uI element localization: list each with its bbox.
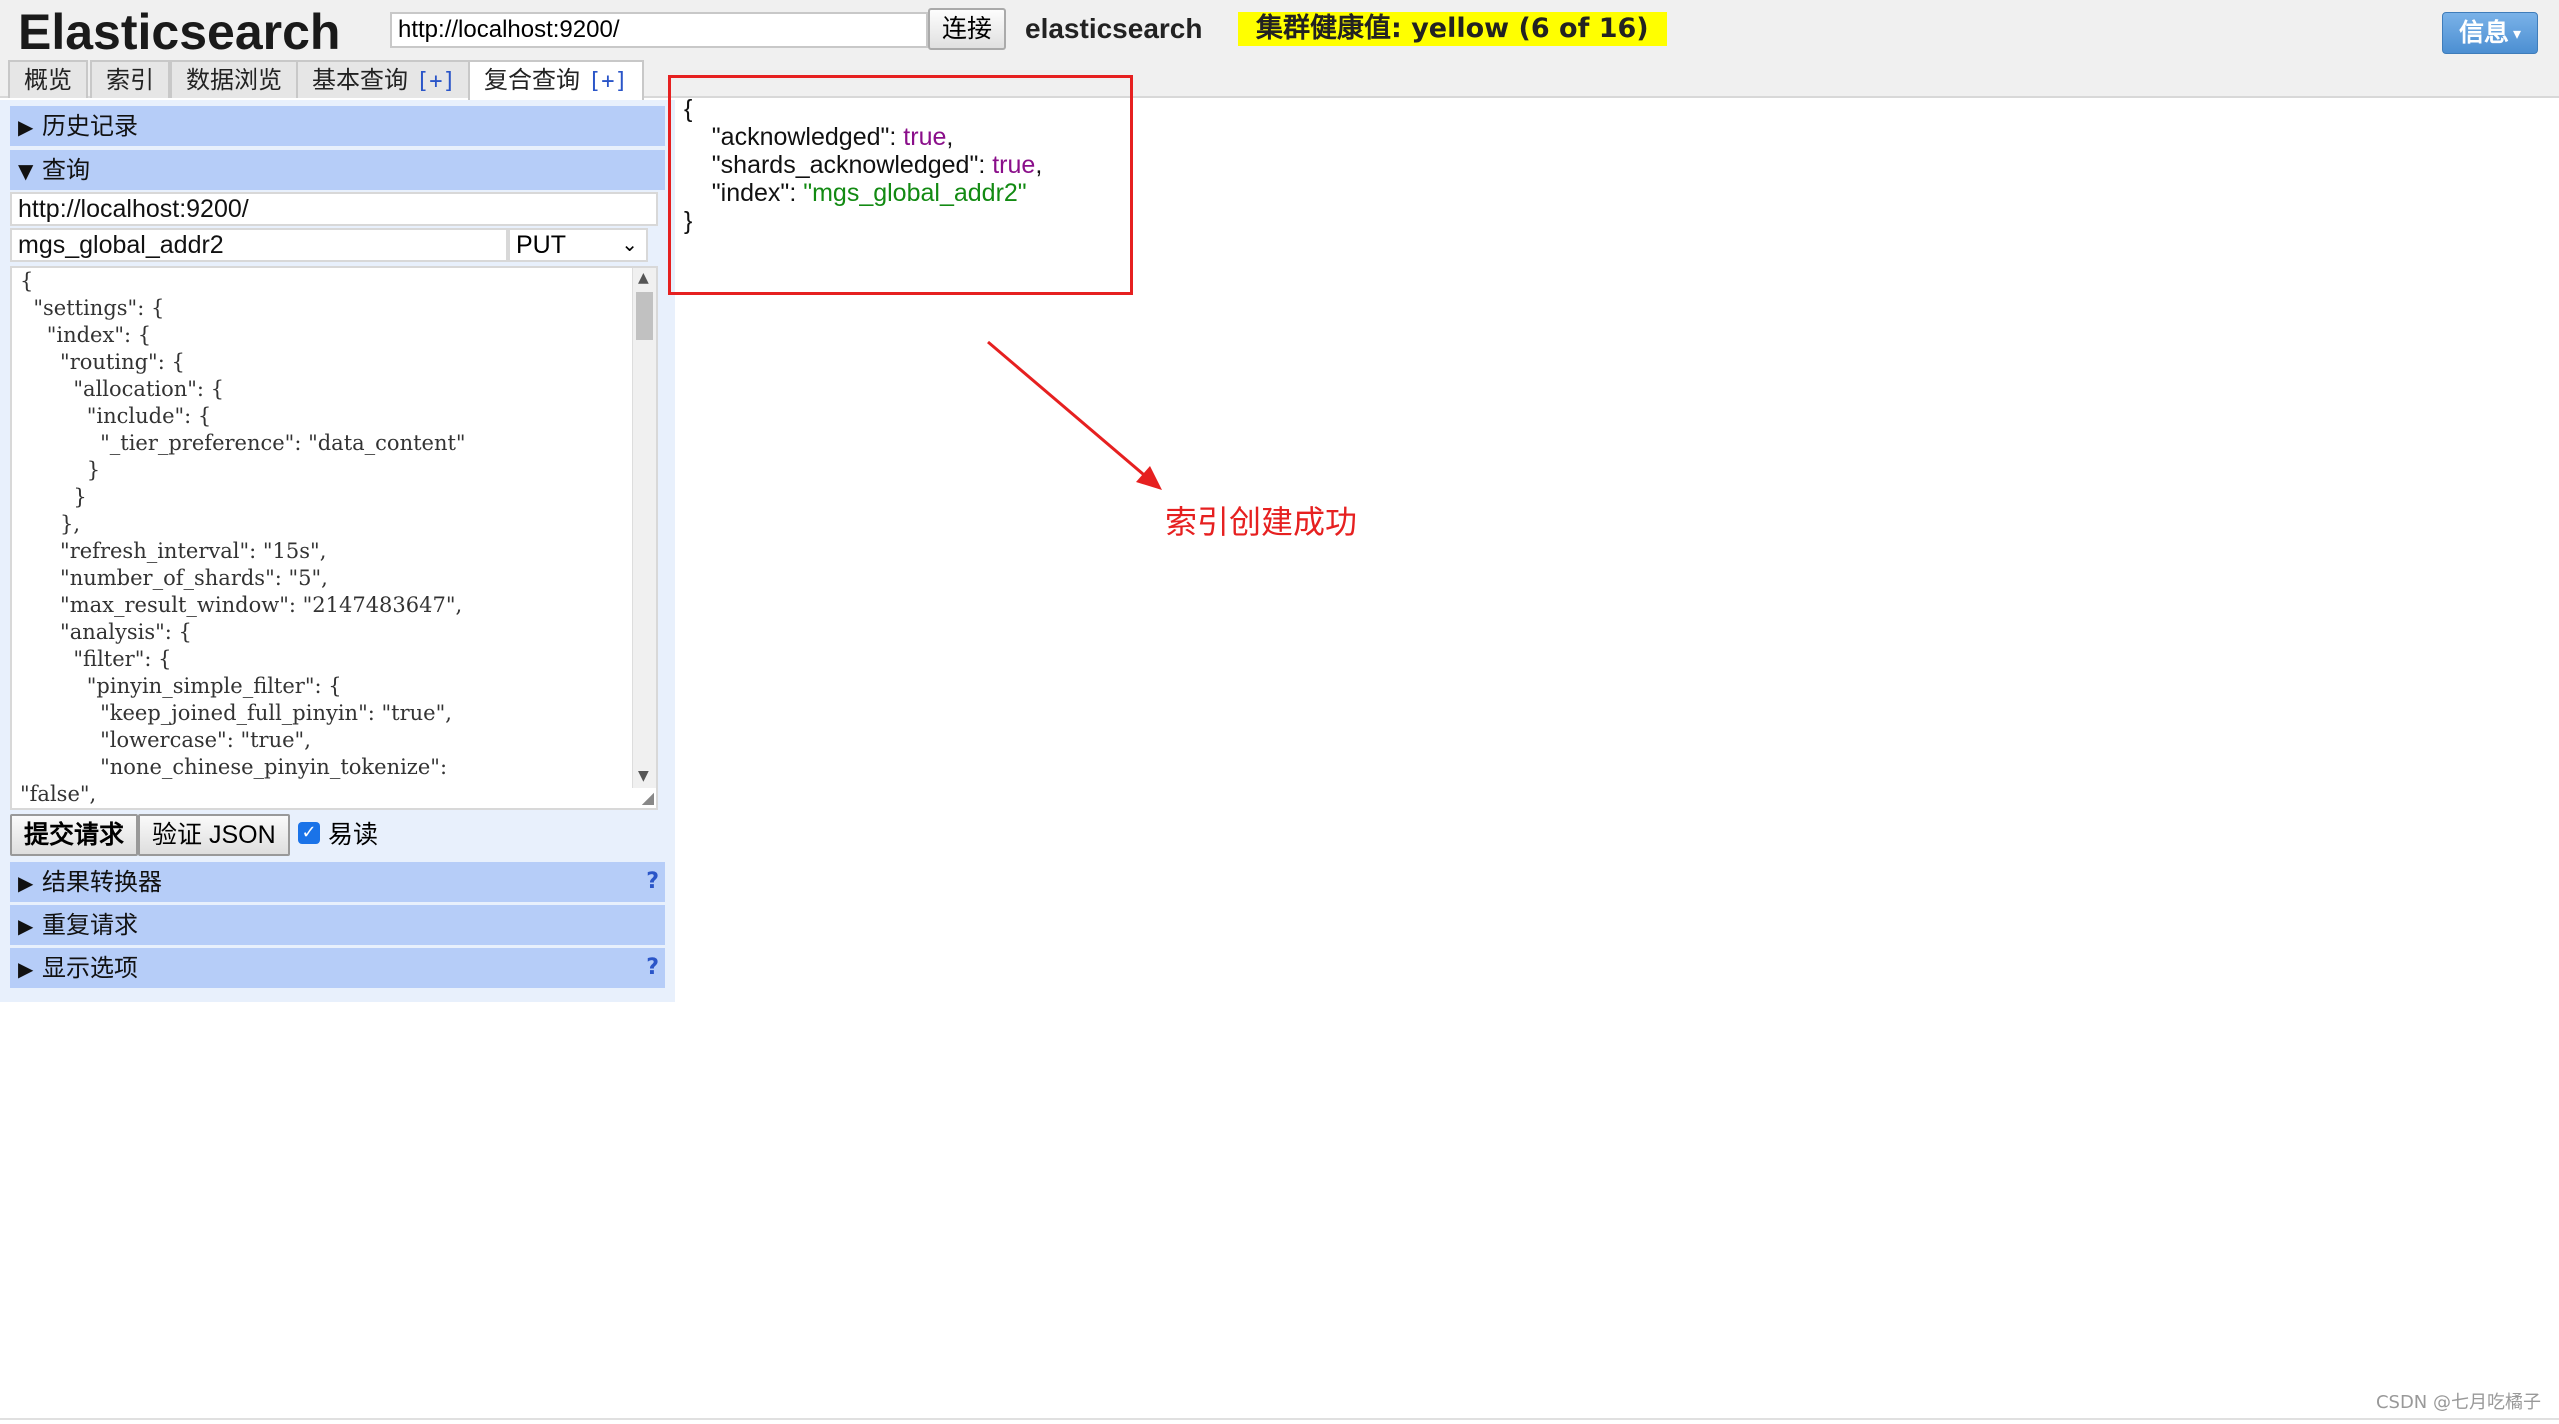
annotation-text: 索引创建成功 [1165, 503, 1358, 541]
arrow-line [987, 340, 1151, 482]
annotation-arrow [987, 340, 1162, 490]
page-bottom-divider [0, 1418, 2559, 1420]
watermark: CSDN @七月吃橘子 [2375, 1392, 2541, 1413]
